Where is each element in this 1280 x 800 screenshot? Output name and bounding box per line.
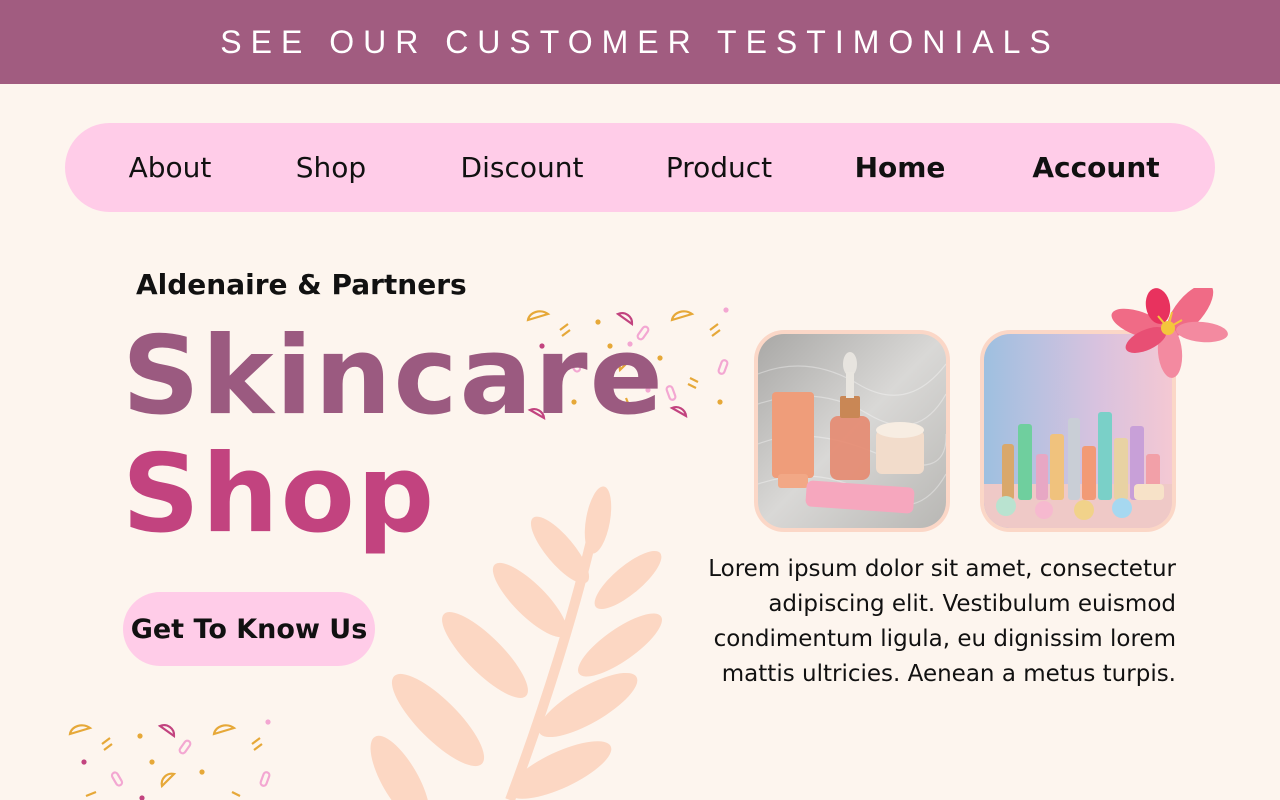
page-title: Skincare Shop [122, 318, 665, 554]
brand-name: Aldenaire & Partners [136, 268, 467, 301]
product-image-1 [754, 330, 950, 532]
testimonials-banner[interactable]: SEE OUR CUSTOMER TESTIMONIALS [0, 0, 1280, 84]
hero-description: Lorem ipsum dolor sit amet, consectetur … [708, 556, 1176, 687]
main-nav: About Shop Discount Product Home Account [65, 123, 1215, 212]
testimonials-link[interactable]: SEE OUR CUSTOMER TESTIMONIALS [220, 24, 1059, 61]
nav-item-shop[interactable]: Shop [296, 123, 366, 212]
title-line-2: Shop [122, 432, 437, 557]
nav-item-account[interactable]: Account [1032, 123, 1159, 212]
flower-icon [1111, 288, 1228, 378]
nav-item-product[interactable]: Product [666, 123, 772, 212]
cta-label: Get To Know Us [130, 613, 368, 645]
skincare-products-photo [758, 334, 946, 528]
confetti-decoration-bottom [68, 719, 271, 800]
title-line-1: Skincare [122, 314, 665, 439]
nav-item-discount[interactable]: Discount [461, 123, 584, 212]
nav-item-about[interactable]: About [129, 123, 212, 212]
get-to-know-us-button[interactable]: Get To Know Us [123, 592, 375, 666]
nav-item-home[interactable]: Home [855, 123, 946, 212]
